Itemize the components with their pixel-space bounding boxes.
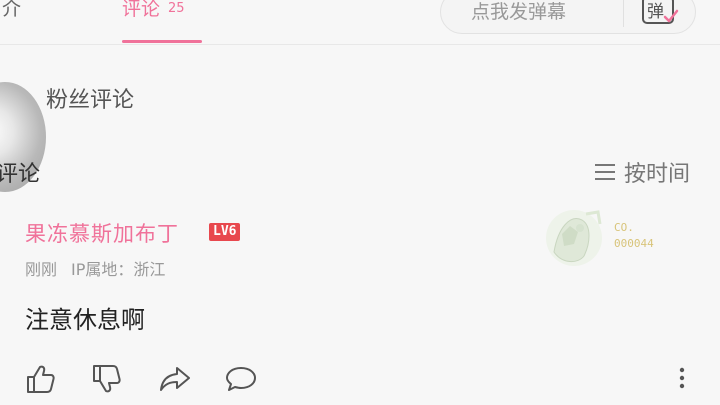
danmaku-button[interactable]: 弹 [637, 0, 683, 29]
more-icon [679, 367, 685, 389]
decoration-image [546, 210, 602, 266]
comment-time: 刚刚 [25, 260, 58, 279]
share-icon [160, 367, 190, 391]
sort-button[interactable]: 按时间 [594, 156, 690, 188]
comment-meta: 刚刚 IP属地：浙江 [25, 256, 165, 280]
decoration-code-line2: 000044 [614, 237, 654, 250]
fan-comments-title[interactable]: 粉丝评论 [46, 82, 134, 114]
thumbs-down-icon [93, 365, 121, 393]
reply-button[interactable] [224, 362, 258, 396]
like-button[interactable] [24, 362, 58, 396]
tab-active-indicator [122, 40, 202, 43]
danmaku-input[interactable]: 点我发弹幕 弹 [440, 0, 696, 34]
danmaku-icon: 弹 [642, 0, 679, 24]
reply-icon [226, 367, 256, 391]
comment-page: 介 评论 25 点我发弹幕 弹 粉丝评论 评论 按时间 果冻慕斯加布丁 LV6 … [0, 0, 720, 405]
share-button[interactable] [158, 362, 192, 396]
comment-ip-location: IP属地：浙江 [71, 260, 166, 279]
comment-actions [24, 362, 704, 396]
tab-comments[interactable]: 评论 25 [122, 0, 185, 21]
comments-section-title: 评论 [0, 162, 41, 187]
tab-comments-count: 25 [168, 1, 185, 16]
tab-intro[interactable]: 介 [2, 0, 21, 21]
decoration-code: CO. 000044 [614, 220, 654, 252]
level-badge: LV6 [209, 223, 241, 241]
danmaku-placeholder: 点我发弹幕 [471, 1, 567, 23]
thumbs-up-icon [27, 365, 55, 393]
more-button[interactable] [672, 366, 692, 392]
comment-username[interactable]: 果冻慕斯加布丁 [25, 218, 179, 248]
tab-comments-label: 评论 [122, 0, 161, 20]
sort-label: 按时间 [624, 162, 691, 187]
menu-lines-icon [595, 164, 615, 180]
comment-text[interactable]: 注意休息啊 [25, 300, 145, 335]
decoration-code-line1: CO. [614, 221, 634, 234]
dislike-button[interactable] [90, 362, 124, 396]
danmaku-divider [623, 0, 624, 27]
tab-bar: 介 评论 25 点我发弹幕 弹 [0, 0, 720, 45]
danmaku-button-label: 弹 [647, 2, 664, 22]
